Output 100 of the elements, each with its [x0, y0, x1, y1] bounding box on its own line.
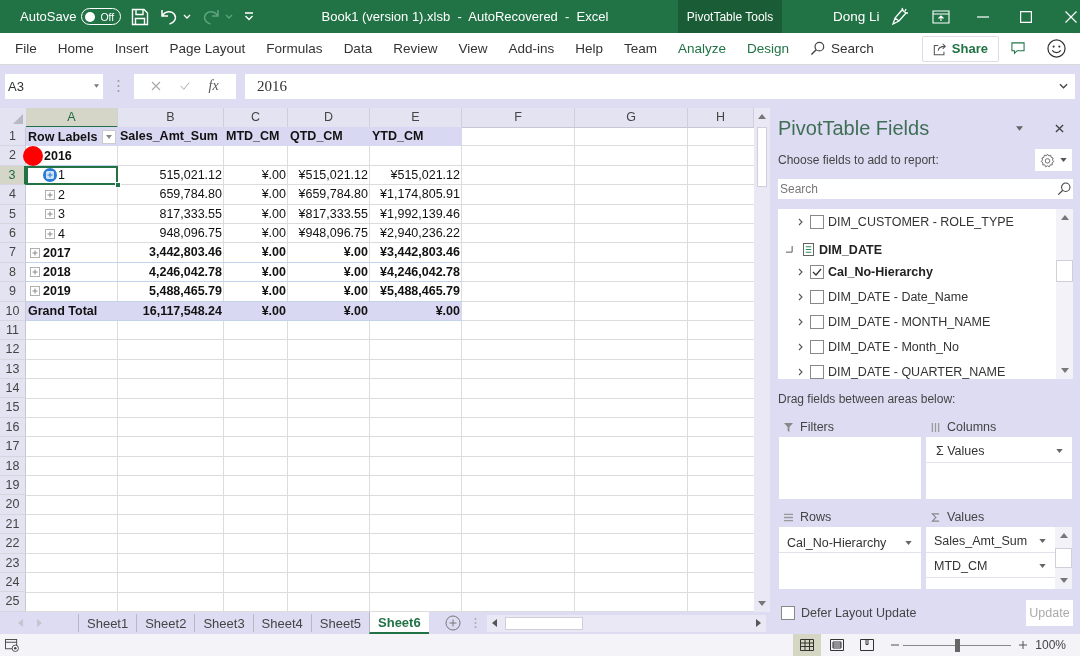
checkbox-label[interactable]: Defer Layout Update: [801, 606, 1026, 620]
comment-icon[interactable]: [1011, 42, 1025, 55]
field-label[interactable]: Cal_No-Hierarchy: [828, 264, 933, 279]
scroll-thumb[interactable]: [504, 616, 583, 630]
area-field-item[interactable]: Cal_No-Hierarchy: [779, 530, 921, 553]
row-header[interactable]: 10: [0, 301, 26, 321]
ribbon-tab[interactable]: Insert: [114, 41, 149, 56]
scroll-thumb[interactable]: [757, 127, 767, 187]
vertical-scrollbar[interactable]: [1056, 209, 1073, 379]
share-button[interactable]: Share: [921, 35, 999, 62]
row-header[interactable]: 25: [0, 592, 26, 612]
row-header[interactable]: 2: [0, 146, 26, 166]
cancel-icon[interactable]: [151, 81, 162, 91]
insert-function-button[interactable]: fx: [208, 78, 219, 94]
splitter-handle-icon[interactable]: [117, 79, 120, 93]
checkbox[interactable]: [810, 314, 824, 329]
row-header[interactable]: 14: [0, 379, 26, 399]
ribbon-tab[interactable]: Design: [747, 41, 790, 56]
expand-icon[interactable]: [43, 187, 57, 202]
row-header[interactable]: 18: [0, 456, 26, 477]
formula-field[interactable]: 2016: [245, 73, 1075, 99]
scroll-up-icon[interactable]: [1060, 215, 1069, 220]
normal-view-button[interactable]: [793, 634, 822, 656]
scroll-up-icon[interactable]: [1059, 533, 1068, 538]
expand-icon[interactable]: [43, 207, 57, 222]
sheet-tab[interactable]: Sheet6: [369, 612, 429, 634]
expand-icon[interactable]: [43, 226, 57, 241]
zoom-thumb[interactable]: [955, 638, 961, 652]
column-header[interactable]: F: [462, 108, 575, 128]
ribbon-tab[interactable]: Home: [57, 41, 94, 56]
checkbox[interactable]: [810, 339, 824, 354]
row-header[interactable]: 24: [0, 573, 26, 593]
sheet-tab[interactable]: Sheet4: [252, 614, 311, 632]
table-label[interactable]: DIM_DATE: [819, 242, 882, 257]
user-name[interactable]: Dong Li: [833, 9, 880, 24]
row-header[interactable]: 8: [0, 262, 26, 283]
chevron-right-icon[interactable]: [798, 317, 803, 326]
field-label[interactable]: DIM_DATE - Date_Name: [828, 289, 969, 304]
minimize-icon[interactable]: [976, 15, 989, 18]
checkbox[interactable]: [781, 606, 795, 620]
ribbon-tab[interactable]: Page Layout: [169, 41, 246, 56]
scroll-down-icon[interactable]: [1059, 578, 1068, 583]
chevron-right-icon[interactable]: [798, 267, 803, 276]
row-header[interactable]: 15: [0, 398, 26, 418]
column-header[interactable]: D: [288, 108, 370, 128]
zoom-level[interactable]: 100%: [1035, 638, 1066, 652]
column-header[interactable]: A: [26, 108, 118, 128]
scroll-up-icon[interactable]: [758, 114, 766, 119]
row-header[interactable]: 21: [0, 514, 26, 535]
drop-area[interactable]: Cal_No-Hierarchy: [779, 527, 921, 589]
vertical-scrollbar[interactable]: [1055, 527, 1072, 589]
maximize-icon[interactable]: [1019, 10, 1032, 23]
fill-handle[interactable]: [115, 182, 121, 189]
expand-icon[interactable]: [28, 245, 42, 260]
checkmark-icon[interactable]: [179, 81, 190, 91]
row-header[interactable]: 13: [0, 359, 26, 380]
ribbon-tab[interactable]: Analyze: [678, 41, 727, 56]
search-icon[interactable]: [810, 41, 826, 56]
sheet-tab[interactable]: Sheet2: [136, 614, 195, 632]
row-header[interactable]: 1: [0, 127, 26, 147]
ribbon-tab[interactable]: Add-ins: [508, 41, 555, 56]
expand-icon[interactable]: [43, 168, 57, 183]
row-header[interactable]: 4: [0, 185, 26, 205]
checkbox[interactable]: [810, 214, 824, 229]
ribbon-tab[interactable]: File: [15, 41, 37, 56]
row-header[interactable]: 23: [0, 553, 26, 573]
column-header[interactable]: B: [118, 108, 224, 128]
row-header[interactable]: 20: [0, 495, 26, 515]
row-header[interactable]: 17: [0, 437, 26, 457]
field-label[interactable]: DIM_DATE - MONTH_NAME: [828, 314, 991, 329]
macro-recorder-icon[interactable]: [5, 638, 20, 652]
vertical-scrollbar[interactable]: [754, 108, 770, 612]
row-header[interactable]: 3: [0, 165, 26, 186]
scroll-thumb[interactable]: [1055, 548, 1072, 568]
settings-button[interactable]: [1035, 149, 1072, 171]
drop-area[interactable]: Sales_Amt_Sum MTD_CM: [926, 527, 1072, 589]
caret-icon[interactable]: [94, 84, 99, 88]
chevron-right-icon[interactable]: [798, 342, 803, 351]
add-sheet-icon[interactable]: [444, 615, 461, 631]
splitter-handle-icon[interactable]: [473, 617, 477, 629]
scroll-down-icon[interactable]: [1060, 368, 1069, 373]
checkbox[interactable]: [810, 264, 824, 279]
close-icon[interactable]: [1055, 123, 1064, 133]
drop-area[interactable]: Σ Values: [926, 437, 1072, 499]
row-header[interactable]: 19: [0, 476, 26, 496]
column-header[interactable]: E: [370, 108, 462, 128]
sheet-tab[interactable]: Sheet1: [78, 614, 137, 632]
chevron-right-icon[interactable]: [798, 367, 803, 376]
ribbon-tab[interactable]: Team: [624, 41, 657, 56]
ribbon-tab[interactable]: Formulas: [266, 41, 323, 56]
row-header[interactable]: 5: [0, 204, 26, 224]
field-label[interactable]: DIM_DATE - Month_No: [828, 339, 960, 354]
ribbon-tab[interactable]: Help: [575, 41, 603, 56]
row-header[interactable]: 22: [0, 534, 26, 554]
row-header[interactable]: 7: [0, 243, 26, 263]
area-field-item[interactable]: Σ Values: [926, 440, 1072, 463]
ribbon-tab[interactable]: View: [458, 41, 488, 56]
field-label[interactable]: DIM_DATE - QUARTER_NAME: [828, 364, 1006, 379]
scroll-right-icon[interactable]: [756, 619, 761, 627]
field-label[interactable]: DIM_CUSTOMER - ROLE_TYPE: [828, 214, 1014, 229]
